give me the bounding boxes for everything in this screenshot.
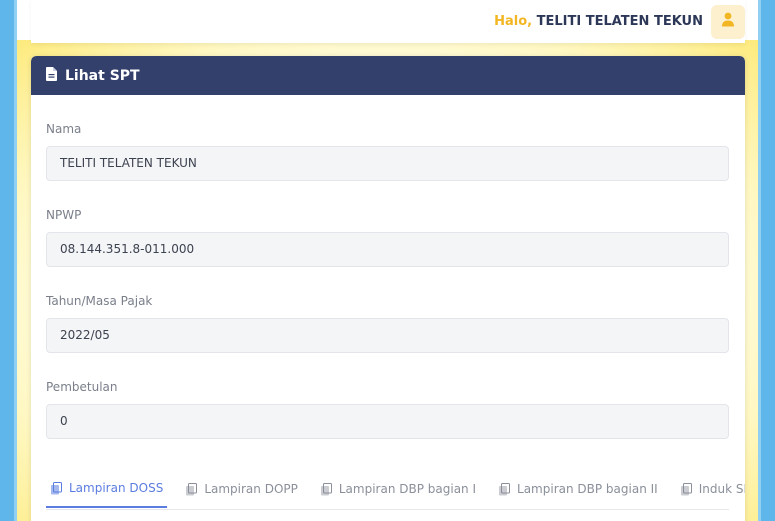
nama-label: Nama	[46, 122, 82, 136]
pembetulan-label: Pembetulan	[46, 380, 118, 394]
nama-field[interactable]: TELITI TELATEN TEKUN	[46, 146, 729, 181]
tab-label: Lampiran DOSS	[69, 481, 164, 495]
tahun-masa-pajak-label: Tahun/Masa Pajak	[46, 294, 153, 308]
user-name: TELITI TELATEN TEKUN	[536, 14, 703, 29]
card-header: Lihat SPT	[31, 56, 745, 95]
app-frame: Halo, TELITI TELATEN TEKUN Lihat SPT Nam…	[14, 0, 761, 521]
tab-label: Lampiran DBP bagian I	[338, 482, 477, 496]
tab-lampiran-doss[interactable]: Lampiran DOSS	[46, 470, 168, 508]
pembetulan-field[interactable]: 0	[46, 404, 729, 439]
spt-tabs: Lampiran DOSS Lampiran DOPP Lampiran DBP…	[46, 470, 745, 510]
card-title: Lihat SPT	[65, 67, 140, 84]
top-navbar: Halo, TELITI TELATEN TEKUN	[31, 0, 745, 43]
greeting-text: Halo,	[494, 14, 533, 29]
copy-icon	[50, 481, 63, 495]
tab-lampiran-dopp[interactable]: Lampiran DOPP	[181, 470, 302, 508]
tab-lampiran-dbp-bagian-i[interactable]: Lampiran DBP bagian I	[316, 470, 480, 508]
user-avatar-button[interactable]	[711, 4, 745, 39]
npwp-label: NPWP	[46, 208, 82, 222]
user-greeting: Halo, TELITI TELATEN TEKUN	[494, 14, 703, 29]
tab-label: Induk SPT	[698, 482, 745, 496]
user-icon	[721, 12, 735, 31]
document-icon	[46, 66, 57, 85]
npwp-field[interactable]: 08.144.351.8-011.000	[46, 232, 729, 267]
tab-label: Lampiran DBP bagian II	[517, 482, 658, 496]
tab-induk-spt[interactable]: Induk SPT	[676, 470, 745, 508]
card-body: Nama TELITI TELATEN TEKUN NPWP 08.144.35…	[31, 122, 745, 439]
copy-icon	[320, 482, 333, 496]
tahun-masa-pajak-field[interactable]: 2022/05	[46, 318, 729, 353]
copy-icon	[498, 482, 511, 496]
copy-icon	[680, 482, 693, 496]
tab-label: Lampiran DOPP	[204, 482, 298, 496]
spt-card: Lihat SPT Nama TELITI TELATEN TEKUN NPWP…	[31, 56, 745, 521]
copy-icon	[185, 482, 198, 496]
tab-lampiran-dbp-bagian-ii[interactable]: Lampiran DBP bagian II	[494, 470, 662, 508]
